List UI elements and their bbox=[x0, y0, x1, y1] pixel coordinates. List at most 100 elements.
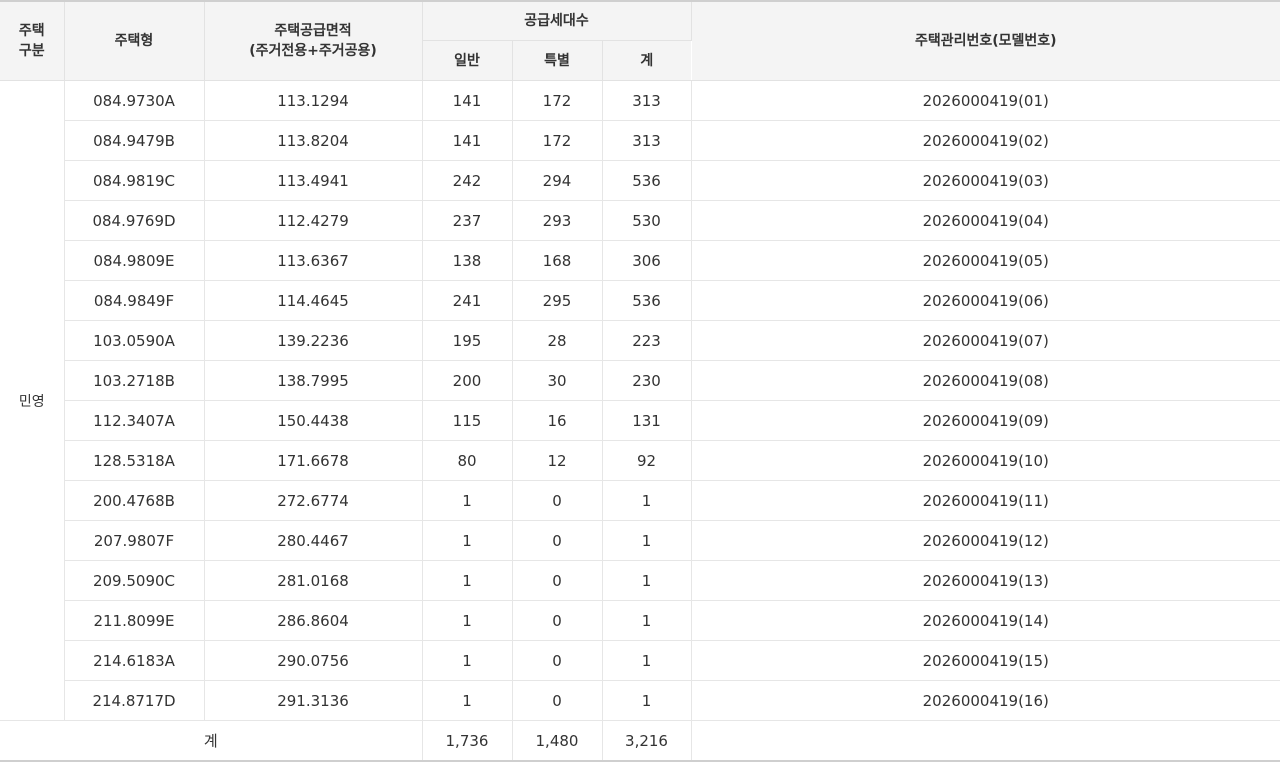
cell-total: 313 bbox=[602, 80, 692, 121]
cell-total: 306 bbox=[602, 240, 692, 281]
cell-special: 12 bbox=[512, 440, 603, 481]
cell-supply-area: 113.8204 bbox=[204, 120, 423, 161]
cell-special: 30 bbox=[512, 360, 603, 401]
table-row: 128.5318A 171.6678 80 12 92 2026000419(10) bbox=[0, 440, 1280, 481]
cell-housing-type: 084.9849F bbox=[64, 280, 205, 321]
table-row: 084.9479B 113.8204 141 172 313 2026000419(02) bbox=[0, 120, 1280, 161]
cell-housing-type: 103.0590A bbox=[64, 320, 205, 361]
table-row: 084.9819C 113.4941 242 294 536 2026000419(03) bbox=[0, 160, 1280, 201]
cell-special: 0 bbox=[512, 680, 603, 721]
cell-housing-type: 084.9479B bbox=[64, 120, 205, 161]
cell-housing-category: 민영 bbox=[0, 80, 65, 721]
table-row: 103.2718B 138.7995 200 30 230 2026000419(08) bbox=[0, 360, 1280, 401]
table-header: 주택 구분 주택형 주택공급면적 (주거전용+주거공용) 공급세대수 주택관리번… bbox=[0, 1, 1280, 81]
header-supply-area-line1: 주택공급면적 bbox=[274, 23, 352, 39]
header-supply-area: 주택공급면적 (주거전용+주거공용) bbox=[204, 1, 423, 81]
cell-supply-area: 114.4645 bbox=[204, 280, 423, 321]
cell-management-number: 2026000419(10) bbox=[691, 440, 1280, 481]
cell-general: 115 bbox=[422, 400, 513, 441]
cell-general: 1 bbox=[422, 560, 513, 601]
cell-general: 1 bbox=[422, 680, 513, 721]
totals-label: 계 bbox=[0, 720, 423, 761]
cell-supply-area: 150.4438 bbox=[204, 400, 423, 441]
cell-total: 1 bbox=[602, 680, 692, 721]
cell-management-number: 2026000419(16) bbox=[691, 680, 1280, 721]
cell-supply-area: 138.7995 bbox=[204, 360, 423, 401]
cell-general: 195 bbox=[422, 320, 513, 361]
table-row: 084.9849F 114.4645 241 295 536 2026000419(06) bbox=[0, 280, 1280, 321]
cell-total: 536 bbox=[602, 280, 692, 321]
cell-housing-type: 200.4768B bbox=[64, 480, 205, 521]
cell-supply-area: 113.6367 bbox=[204, 240, 423, 281]
cell-total: 530 bbox=[602, 200, 692, 241]
cell-housing-type: 207.9807F bbox=[64, 520, 205, 561]
cell-supply-area: 291.3136 bbox=[204, 680, 423, 721]
cell-special: 0 bbox=[512, 600, 603, 641]
cell-supply-area: 281.0168 bbox=[204, 560, 423, 601]
header-special: 특별 bbox=[512, 40, 603, 81]
cell-supply-area: 290.0756 bbox=[204, 640, 423, 681]
header-category-line2: 구분 bbox=[18, 43, 45, 59]
header-management-number: 주택관리번호(모델번호) bbox=[691, 1, 1280, 81]
cell-special: 293 bbox=[512, 200, 603, 241]
cell-special: 16 bbox=[512, 400, 603, 441]
cell-management-number: 2026000419(07) bbox=[691, 320, 1280, 361]
cell-management-number: 2026000419(05) bbox=[691, 240, 1280, 281]
cell-supply-area: 280.4467 bbox=[204, 520, 423, 561]
header-category-line1: 주택 bbox=[18, 23, 45, 39]
cell-special: 0 bbox=[512, 640, 603, 681]
header-supply-units: 공급세대수 bbox=[422, 1, 692, 41]
cell-special: 0 bbox=[512, 560, 603, 601]
table-row: 209.5090C 281.0168 1 0 1 2026000419(13) bbox=[0, 560, 1280, 601]
cell-supply-area: 113.4941 bbox=[204, 160, 423, 201]
cell-management-number: 2026000419(02) bbox=[691, 120, 1280, 161]
cell-housing-type: 209.5090C bbox=[64, 560, 205, 601]
cell-management-number: 2026000419(03) bbox=[691, 160, 1280, 201]
table-row: 민영 084.9730A 113.1294 141 172 313 2026000419(0… bbox=[0, 80, 1280, 721]
cell-special: 172 bbox=[512, 80, 603, 121]
housing-supply-table: 주택 구분 주택형 주택공급면적 (주거전용+주거공용) 공급세대수 주택관리번… bbox=[0, 0, 1280, 762]
cell-general: 1 bbox=[422, 480, 513, 521]
cell-general: 138 bbox=[422, 240, 513, 281]
totals-empty bbox=[691, 721, 1280, 762]
table-row: 211.8099E 286.8604 1 0 1 2026000419(14) bbox=[0, 600, 1280, 641]
totals-row: 계 1,736 1,480 3,216 bbox=[0, 720, 1280, 762]
cell-total: 1 bbox=[602, 600, 692, 641]
table-row: 214.6183A 290.0756 1 0 1 2026000419(15) bbox=[0, 640, 1280, 681]
table-body: 민영 084.9730A 113.1294 141 172 313 2026000419(0… bbox=[0, 80, 1280, 762]
totals-special: 1,480 bbox=[512, 720, 603, 761]
cell-housing-type: 112.3407A bbox=[64, 400, 205, 441]
header-supply-area-line2: (주거전용+주거공용) bbox=[249, 43, 377, 59]
cell-special: 0 bbox=[512, 520, 603, 561]
cell-supply-area: 272.6774 bbox=[204, 480, 423, 521]
cell-management-number: 2026000419(14) bbox=[691, 600, 1280, 641]
cell-general: 241 bbox=[422, 280, 513, 321]
cell-housing-type: 084.9809E bbox=[64, 240, 205, 281]
header-general: 일반 bbox=[422, 40, 513, 81]
cell-management-number: 2026000419(06) bbox=[691, 280, 1280, 321]
cell-housing-type: 214.6183A bbox=[64, 640, 205, 681]
cell-special: 0 bbox=[512, 480, 603, 521]
cell-management-number: 2026000419(04) bbox=[691, 200, 1280, 241]
cell-management-number: 2026000419(09) bbox=[691, 400, 1280, 441]
cell-housing-type: 128.5318A bbox=[64, 440, 205, 481]
cell-management-number: 2026000419(13) bbox=[691, 560, 1280, 601]
cell-supply-area: 286.8604 bbox=[204, 600, 423, 641]
cell-housing-type: 103.2718B bbox=[64, 360, 205, 401]
header-total: 계 bbox=[602, 40, 692, 81]
table-row: 112.3407A 150.4438 115 16 131 2026000419(09) bbox=[0, 400, 1280, 441]
cell-general: 80 bbox=[422, 440, 513, 481]
cell-total: 1 bbox=[602, 480, 692, 521]
cell-total: 313 bbox=[602, 120, 692, 161]
cell-general: 141 bbox=[422, 80, 513, 121]
cell-total: 131 bbox=[602, 400, 692, 441]
header-housing-category: 주택 구분 bbox=[0, 1, 65, 81]
cell-general: 1 bbox=[422, 600, 513, 641]
cell-total: 1 bbox=[602, 560, 692, 601]
table-row: 084.9809E 113.6367 138 168 306 2026000419(05) bbox=[0, 240, 1280, 281]
cell-management-number: 2026000419(15) bbox=[691, 640, 1280, 681]
cell-supply-area: 139.2236 bbox=[204, 320, 423, 361]
cell-total: 536 bbox=[602, 160, 692, 201]
cell-special: 295 bbox=[512, 280, 603, 321]
totals-general: 1,736 bbox=[422, 720, 513, 761]
